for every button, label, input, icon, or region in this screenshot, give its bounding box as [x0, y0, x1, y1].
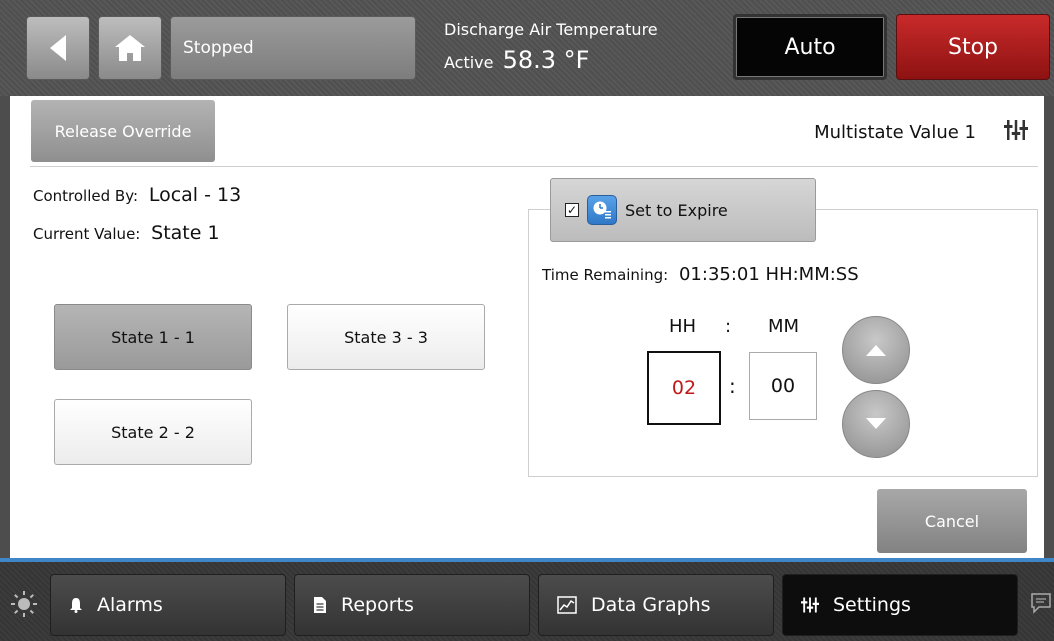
point-value-row: Active 58.3 °F: [444, 46, 589, 74]
graph-icon: [557, 596, 577, 614]
time-remaining-value: 01:35:01 HH:MM:SS: [678, 264, 859, 285]
time-separator: :: [729, 374, 736, 398]
checkmark-icon: ✓: [566, 203, 578, 217]
current-value: State 1: [151, 222, 220, 244]
controlled-by-value: Local - 13: [148, 184, 242, 206]
state-button-label: State 2 - 2: [111, 422, 195, 442]
sliders-icon: [801, 596, 819, 614]
tab-settings-label: Settings: [833, 594, 911, 616]
state-button-3[interactable]: State 3 - 3: [287, 304, 485, 370]
state-button-2[interactable]: State 2 - 2: [54, 399, 252, 465]
stop-button[interactable]: Stop: [896, 14, 1050, 80]
chat-icon[interactable]: [1030, 592, 1052, 618]
back-arrow-icon: [50, 35, 66, 61]
current-value-row: Current Value: State 1: [33, 222, 220, 244]
cancel-label: Cancel: [924, 511, 980, 531]
header-divider: [30, 166, 1038, 167]
bottom-nav: Alarms Reports Data Graphs Settings: [0, 562, 1054, 641]
release-override-label: Release Override: [54, 121, 192, 141]
increment-button[interactable]: [842, 316, 910, 384]
hours-label: HH: [669, 316, 697, 337]
decrement-button[interactable]: [842, 390, 910, 458]
chevron-down-icon: [866, 418, 886, 429]
home-icon: [115, 35, 145, 61]
set-to-expire-label: Set to Expire: [625, 200, 728, 220]
top-bar: Stopped Discharge Air Temperature Active…: [0, 0, 1054, 96]
auto-button[interactable]: Auto: [733, 14, 887, 80]
brightness-sun-icon[interactable]: [10, 590, 38, 622]
minutes-label: MM: [768, 316, 800, 337]
tab-alarms-label: Alarms: [97, 594, 163, 616]
tab-alarms[interactable]: Alarms: [50, 574, 286, 636]
state-button-1[interactable]: State 1 - 1: [54, 304, 252, 370]
current-value-label: Current Value:: [33, 225, 141, 243]
settings-sliders-icon[interactable]: [1004, 118, 1028, 146]
auto-label: Auto: [784, 34, 836, 60]
expire-checkbox[interactable]: ✓: [565, 203, 579, 217]
tab-reports-label: Reports: [341, 594, 414, 616]
state-button-label: State 1 - 1: [111, 327, 195, 347]
set-to-expire-toggle[interactable]: ✓ Set to Expire: [550, 178, 816, 242]
controlled-by-label: Controlled By:: [33, 187, 139, 205]
time-colon-label: :: [725, 316, 732, 337]
tab-reports[interactable]: Reports: [294, 574, 530, 636]
clock-expire-icon: [587, 195, 617, 225]
release-override-button[interactable]: Release Override: [31, 100, 215, 162]
bell-icon: [69, 597, 83, 613]
status-display[interactable]: Stopped: [170, 16, 416, 80]
minutes-field[interactable]: 00: [749, 352, 817, 420]
status-text: Stopped: [183, 38, 254, 58]
point-label: Discharge Air Temperature: [444, 20, 658, 39]
point-value: 58.3 °F: [502, 46, 590, 74]
tab-settings[interactable]: Settings: [782, 574, 1018, 636]
time-remaining-row: Time Remaining: 01:35:01 HH:MM:SS: [542, 264, 859, 285]
tab-data-graphs[interactable]: Data Graphs: [538, 574, 774, 636]
state-button-label: State 3 - 3: [344, 327, 428, 347]
object-title: Multistate Value 1: [814, 122, 976, 143]
back-button[interactable]: [26, 16, 90, 80]
time-remaining-label: Time Remaining:: [542, 266, 669, 284]
hours-field[interactable]: 02: [647, 351, 721, 425]
stop-label: Stop: [947, 34, 998, 60]
main-panel: Release Override Multistate Value 1 Cont…: [10, 96, 1044, 558]
point-state: Active: [444, 53, 494, 72]
chevron-up-icon: [866, 345, 886, 356]
controlled-by-row: Controlled By: Local - 13: [33, 184, 241, 206]
tab-data-graphs-label: Data Graphs: [591, 594, 711, 616]
expire-panel: [528, 209, 1038, 477]
home-button[interactable]: [98, 16, 162, 80]
document-icon: [313, 596, 327, 614]
cancel-button[interactable]: Cancel: [877, 489, 1027, 553]
